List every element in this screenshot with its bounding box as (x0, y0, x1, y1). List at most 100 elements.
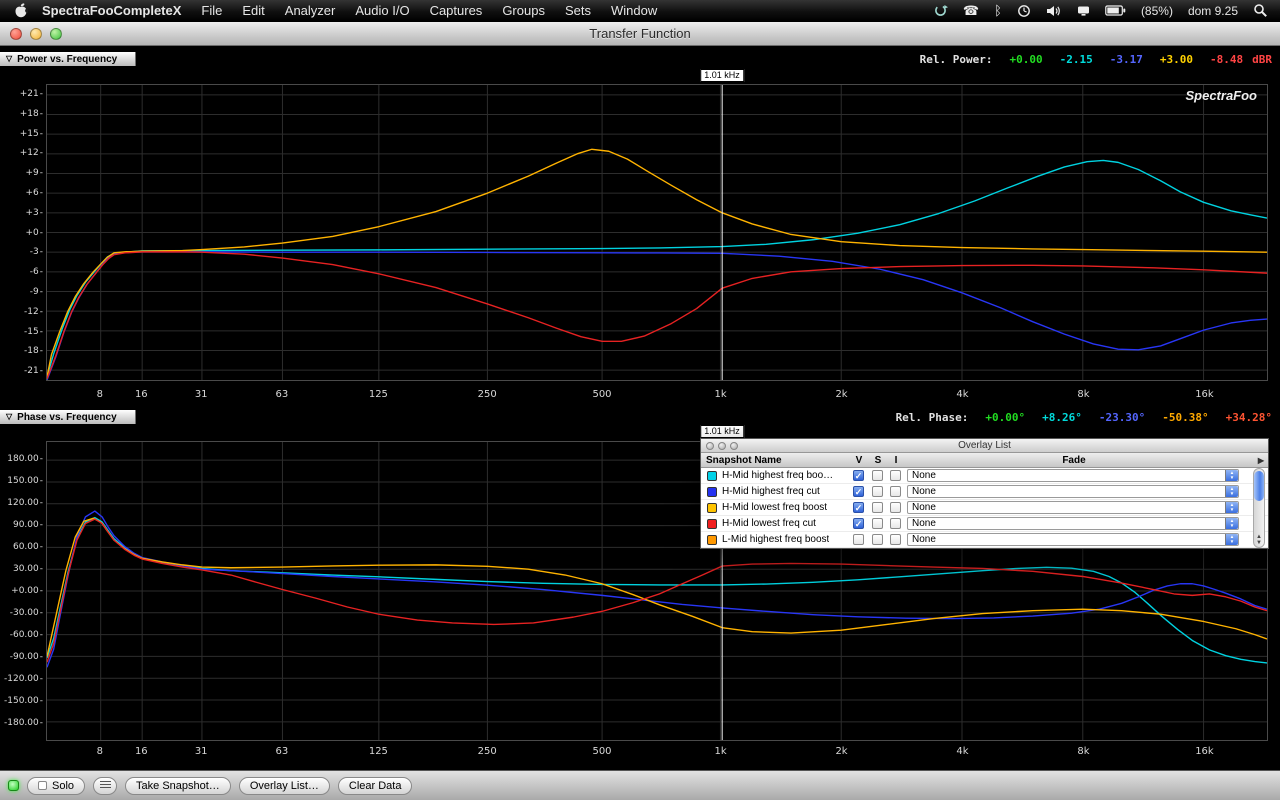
readout-value-1: -2.15 (1059, 52, 1093, 66)
s-checkbox[interactable] (872, 518, 883, 529)
i-checkbox[interactable] (890, 486, 901, 497)
window-title-bar[interactable]: Transfer Function (0, 22, 1280, 46)
menu-clock[interactable]: dom 9.25 (1188, 4, 1238, 18)
modem-menu-icon[interactable]: ☎ (963, 0, 979, 22)
sync-menu-icon[interactable] (933, 0, 948, 22)
y-tick-label: +6 (25, 188, 43, 198)
column-fade[interactable]: Fade (909, 455, 1239, 466)
s-checkbox[interactable] (872, 486, 883, 497)
menu-window[interactable]: Window (601, 0, 667, 22)
overlay-list-window[interactable]: Overlay List Snapshot Name V S I Fade ▶ … (700, 438, 1269, 549)
minimize-button[interactable] (30, 27, 42, 40)
readout-value-0: +0.00 (1009, 52, 1043, 66)
disclosure-triangle-icon[interactable]: ▽ (6, 55, 12, 63)
fade-value: None (912, 534, 936, 545)
menu-left: SpectraFooCompleteX File Edit Analyzer Audio… (0, 0, 667, 21)
zoom-button[interactable] (50, 27, 62, 40)
v-checkbox[interactable] (853, 534, 864, 545)
battery-icon[interactable] (1105, 0, 1126, 22)
snapshot-name: L-Mid highest freq boost (722, 534, 830, 545)
volume-menu-icon[interactable] (1046, 0, 1062, 22)
window-content: ▽ Power vs. Frequency Rel. Power: +0.00 -2… (0, 46, 1280, 770)
column-snapshot-name[interactable]: Snapshot Name (706, 455, 782, 466)
x-tick-label: 8k (1077, 746, 1090, 757)
stepper-icon[interactable]: ▲ ▼ (1225, 502, 1238, 513)
overlay-list-button[interactable]: Overlay List… (238, 776, 330, 795)
column-solo[interactable]: S (870, 455, 886, 466)
fade-select[interactable]: None ▲ ▼ (907, 485, 1239, 498)
menu-file[interactable]: File (191, 0, 232, 22)
y-tick-label: +3 (25, 208, 43, 218)
spotlight-icon[interactable] (1253, 0, 1268, 22)
i-checkbox[interactable] (890, 502, 901, 513)
y-tick-label: 150.00 (7, 476, 43, 486)
phase-cursor-tag: 1.01 kHz (700, 425, 744, 438)
v-checkbox[interactable]: ✓ (853, 502, 864, 513)
column-invert[interactable]: I (888, 455, 904, 466)
x-tick-label: 8k (1077, 389, 1090, 400)
x-tick-label: 16 (134, 746, 148, 757)
menu-edit[interactable]: Edit (232, 0, 274, 22)
bluetooth-menu-icon[interactable]: ᛒ (994, 0, 1002, 22)
menu-captures[interactable]: Captures (420, 0, 493, 22)
i-checkbox[interactable] (890, 470, 901, 481)
i-checkbox[interactable] (890, 534, 901, 545)
scrollbar-thumb[interactable] (1254, 471, 1264, 501)
v-checkbox[interactable]: ✓ (853, 486, 864, 497)
readout-value-3: -50.38° (1162, 410, 1209, 424)
close-button[interactable] (10, 27, 22, 40)
time-machine-menu-icon[interactable] (1017, 0, 1031, 22)
take-snapshot-button[interactable]: Take Snapshot… (125, 776, 231, 795)
disclosure-triangle-icon[interactable]: ▽ (6, 413, 12, 421)
stepper-icon[interactable]: ▲ ▼ (1225, 534, 1238, 545)
v-checkbox[interactable]: ✓ (853, 518, 864, 529)
scroll-right-icon[interactable]: ▶ (1258, 456, 1264, 465)
s-checkbox[interactable] (872, 502, 883, 513)
solo-checkbox[interactable] (38, 781, 47, 790)
display-menu-icon[interactable] (1077, 0, 1090, 22)
stepper-icon[interactable]: ▲ ▼ (1225, 486, 1238, 497)
stepper-icon[interactable]: ▲ ▼ (1225, 470, 1238, 481)
scroll-down-icon[interactable]: ▼ (1254, 540, 1264, 546)
y-tick-label: -3 (30, 247, 43, 257)
power-panel-header: ▽ Power vs. Frequency Rel. Power: +0.00 -2… (0, 52, 1280, 66)
x-tick-label: 2k (835, 746, 848, 757)
power-plot[interactable]: SpectraFoo (46, 84, 1268, 381)
fade-select[interactable]: None ▲ ▼ (907, 501, 1239, 514)
clear-data-button[interactable]: Clear Data (337, 776, 413, 795)
power-panel-label[interactable]: ▽ Power vs. Frequency (0, 52, 137, 66)
y-tick-label: -150.00 (4, 696, 43, 706)
phase-panel-label[interactable]: ▽ Phase vs. Frequency (0, 410, 136, 424)
active-indicator-led[interactable] (8, 780, 19, 791)
menu-sets[interactable]: Sets (555, 0, 601, 22)
menu-audio-i-o[interactable]: Audio I/O (345, 0, 419, 22)
menu-spectrafoocompletex[interactable]: SpectraFooCompleteX (38, 0, 191, 22)
s-checkbox[interactable] (872, 534, 883, 545)
overlay-close-button[interactable] (706, 442, 714, 450)
overlay-scrollbar[interactable]: ▲ ▼ (1253, 468, 1265, 548)
scrollbar-arrows[interactable]: ▲ ▼ (1254, 534, 1264, 546)
battery-percent[interactable]: (85%) (1141, 4, 1173, 18)
stepper-icon[interactable]: ▲ ▼ (1225, 518, 1238, 529)
overlay-title-bar[interactable]: Overlay List (701, 439, 1268, 453)
snapshot-color-swatch (707, 471, 717, 481)
bottom-toolbar: Solo Take Snapshot… Overlay List… Clear Da… (0, 770, 1280, 800)
y-tick-label: -21 (24, 366, 43, 376)
s-checkbox[interactable] (872, 470, 883, 481)
fade-select[interactable]: None ▲ ▼ (907, 469, 1239, 482)
snapshot-color-swatch (707, 487, 717, 497)
snapshot-list-button[interactable] (93, 776, 118, 795)
v-checkbox[interactable]: ✓ (853, 470, 864, 481)
overlay-minimize-button[interactable] (718, 442, 726, 450)
overlay-zoom-button[interactable] (730, 442, 738, 450)
menu-groups[interactable]: Groups (492, 0, 555, 22)
apple-menu[interactable] (0, 0, 38, 21)
solo-button[interactable]: Solo (27, 776, 86, 795)
i-checkbox[interactable] (890, 518, 901, 529)
x-tick-label: 125 (368, 389, 388, 400)
column-visible[interactable]: V (851, 455, 867, 466)
fade-select[interactable]: None ▲ ▼ (907, 517, 1239, 530)
overlay-window-controls (706, 442, 738, 450)
menu-analyzer[interactable]: Analyzer (275, 0, 346, 22)
fade-select[interactable]: None ▲ ▼ (907, 533, 1239, 546)
